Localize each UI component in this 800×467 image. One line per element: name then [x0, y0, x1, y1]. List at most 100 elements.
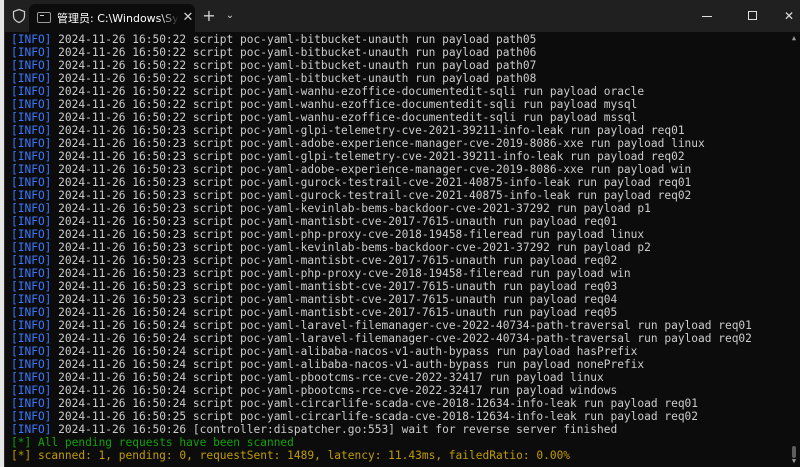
log-text: 2024-11-26 16:50:23 script poc-yaml-mant… — [51, 254, 618, 267]
log-level-tag: [INFO] — [11, 85, 52, 98]
log-level-tag: [INFO] — [11, 33, 52, 46]
log-line: [INFO] 2024-11-26 16:50:23 script poc-ya… — [11, 241, 781, 254]
log-line: [INFO] 2024-11-26 16:50:23 script poc-ya… — [11, 267, 781, 280]
log-level-tag: [INFO] — [11, 59, 52, 72]
log-line: [INFO] 2024-11-26 16:50:23 script poc-ya… — [11, 137, 781, 150]
log-line: [INFO] 2024-11-26 16:50:24 script poc-ya… — [11, 319, 781, 332]
log-level-tag: [INFO] — [11, 410, 52, 423]
log-level-tag: [INFO] — [11, 384, 52, 397]
log-level-tag: [INFO] — [11, 189, 52, 202]
log-level-tag: [INFO] — [11, 98, 52, 111]
log-line: [INFO] 2024-11-26 16:50:24 script poc-ya… — [11, 397, 781, 410]
log-line: [INFO] 2024-11-26 16:50:23 script poc-ya… — [11, 189, 781, 202]
log-level-tag: [INFO] — [11, 371, 52, 384]
log-text: 2024-11-26 16:50:23 script poc-yaml-adob… — [51, 137, 705, 150]
log-text: 2024-11-26 16:50:25 script poc-yaml-circ… — [51, 410, 699, 423]
log-line: [INFO] 2024-11-26 16:50:23 script poc-ya… — [11, 202, 781, 215]
log-level-tag: [INFO] — [11, 397, 52, 410]
maximize-icon — [748, 11, 757, 20]
tab-cmd[interactable]: 管理员: C:\Windows\System32\cmd.exe ✕ — [29, 4, 195, 32]
log-level-tag: [INFO] — [11, 423, 52, 436]
log-line: [INFO] 2024-11-26 16:50:23 script poc-ya… — [11, 163, 781, 176]
log-line: [INFO] 2024-11-26 16:50:24 script poc-ya… — [11, 358, 781, 371]
minimize-button[interactable] — [685, 0, 731, 32]
log-level-tag: [INFO] — [11, 241, 52, 254]
log-text: 2024-11-26 16:50:23 script poc-yaml-mant… — [51, 215, 618, 228]
log-line: [INFO] 2024-11-26 16:50:22 script poc-ya… — [11, 72, 781, 85]
log-text: 2024-11-26 16:50:24 script poc-yaml-alib… — [51, 345, 638, 358]
title-bar[interactable]: 管理员: C:\Windows\System32\cmd.exe ✕ + ⌄ ✕ — [5, 0, 800, 32]
log-level-tag: [INFO] — [11, 293, 52, 306]
log-text: 2024-11-26 16:50:24 script poc-yaml-alib… — [51, 358, 645, 371]
terminal-output[interactable]: [INFO] 2024-11-26 16:50:22 script poc-ya… — [11, 33, 781, 463]
log-line: [INFO] 2024-11-26 16:50:22 script poc-ya… — [11, 98, 781, 111]
log-text: 2024-11-26 16:50:24 script poc-yaml-lara… — [51, 332, 752, 345]
log-text: 2024-11-26 16:50:22 script poc-yaml-bitb… — [51, 59, 537, 72]
pending-text: All pending requests have been scanned — [31, 436, 294, 449]
log-level-tag: [INFO] — [11, 254, 52, 267]
log-level-tag: [INFO] — [11, 124, 52, 137]
close-icon[interactable]: ✕ — [181, 10, 195, 26]
status-line: [*] scanned: 1, pending: 0, requestSent:… — [11, 449, 571, 462]
log-text: 2024-11-26 16:50:23 script poc-yaml-guro… — [51, 176, 692, 189]
log-text: 2024-11-26 16:50:24 script poc-yaml-lara… — [51, 319, 752, 332]
close-window-icon: ✕ — [783, 9, 795, 23]
log-level-tag: [INFO] — [11, 202, 52, 215]
chevron-down-icon[interactable]: ⌄ — [223, 8, 237, 24]
log-line: [INFO] 2024-11-26 16:50:23 script poc-ya… — [11, 280, 781, 293]
log-text: 2024-11-26 16:50:24 script poc-yaml-circ… — [51, 397, 699, 410]
tab-title: 管理员: C:\Windows\System32\cmd.exe — [57, 12, 179, 25]
log-line: [INFO] 2024-11-26 16:50:24 script poc-ya… — [11, 306, 781, 319]
log-text: 2024-11-26 16:50:23 script poc-yaml-adob… — [51, 163, 692, 176]
shield-icon — [11, 8, 27, 24]
log-line: [INFO] 2024-11-26 16:50:23 script poc-ya… — [11, 228, 781, 241]
log-level-tag: [INFO] — [11, 163, 52, 176]
log-text: 2024-11-26 16:50:23 script poc-yaml-guro… — [51, 189, 692, 202]
scroll-up-arrow[interactable]: ▲ — [791, 34, 797, 42]
log-line: [INFO] 2024-11-26 16:50:24 script poc-ya… — [11, 384, 781, 397]
plus-icon[interactable]: + — [201, 8, 217, 24]
scroll-down-arrow[interactable]: ▼ — [791, 458, 797, 465]
log-text: 2024-11-26 16:50:22 script poc-yaml-wanh… — [51, 98, 638, 111]
log-level-tag: [INFO] — [11, 319, 52, 332]
log-line: [INFO] 2024-11-26 16:50:23 script poc-ya… — [11, 215, 781, 228]
minimize-icon — [702, 16, 712, 17]
log-text: 2024-11-26 16:50:22 script poc-yaml-wanh… — [51, 111, 638, 124]
log-text: 2024-11-26 16:50:23 script poc-yaml-php-… — [51, 228, 645, 241]
log-level-tag: [INFO] — [11, 306, 52, 319]
log-level-tag: [INFO] — [11, 267, 52, 280]
log-text: 2024-11-26 16:50:22 script poc-yaml-bitb… — [51, 72, 537, 85]
log-line: [INFO] 2024-11-26 16:50:22 script poc-ya… — [11, 46, 781, 59]
log-line: [INFO] 2024-11-26 16:50:23 script poc-ya… — [11, 124, 781, 137]
log-text: 2024-11-26 16:50:24 script poc-yaml-mant… — [51, 306, 618, 319]
log-level-tag: [INFO] — [11, 280, 52, 293]
log-text: 2024-11-26 16:50:23 script poc-yaml-glpi… — [51, 124, 685, 137]
log-level-tag: [INFO] — [11, 150, 52, 163]
log-level-tag: [INFO] — [11, 137, 52, 150]
log-level-tag: [INFO] — [11, 215, 52, 228]
log-line: [INFO] 2024-11-26 16:50:22 script poc-ya… — [11, 33, 781, 46]
log-text: 2024-11-26 16:50:23 script poc-yaml-mant… — [51, 293, 618, 306]
maximize-button[interactable] — [731, 0, 777, 32]
log-line: [INFO] 2024-11-26 16:50:24 script poc-ya… — [11, 345, 781, 358]
log-text: 2024-11-26 16:50:22 script poc-yaml-wanh… — [51, 85, 645, 98]
pending-tag: [*] — [11, 436, 32, 449]
log-line: [INFO] 2024-11-26 16:50:22 script poc-ya… — [11, 111, 781, 124]
close-window-button[interactable]: ✕ — [777, 0, 800, 32]
log-line: [INFO] 2024-11-26 16:50:23 script poc-ya… — [11, 176, 781, 189]
log-text: 2024-11-26 16:50:26 [controller:dispatch… — [51, 423, 618, 436]
log-line: [INFO] 2024-11-26 16:50:26 [controller:d… — [11, 423, 781, 436]
log-text: 2024-11-26 16:50:23 script poc-yaml-mant… — [51, 280, 618, 293]
log-line: [INFO] 2024-11-26 16:50:23 script poc-ya… — [11, 150, 781, 163]
log-text: 2024-11-26 16:50:24 script poc-yaml-pboo… — [51, 384, 618, 397]
log-line: [INFO] 2024-11-26 16:50:24 script poc-ya… — [11, 332, 781, 345]
log-line: [INFO] 2024-11-26 16:50:23 script poc-ya… — [11, 293, 781, 306]
terminal-window: 管理员: C:\Windows\System32\cmd.exe ✕ + ⌄ ✕… — [4, 0, 800, 467]
scrollbar[interactable]: ▲ ▼ — [791, 34, 797, 465]
log-line: [INFO] 2024-11-26 16:50:22 script poc-ya… — [11, 59, 781, 72]
log-text: 2024-11-26 16:50:23 script poc-yaml-glpi… — [51, 150, 685, 163]
log-level-tag: [INFO] — [11, 72, 52, 85]
pending-line: [*] All pending requests have been scann… — [11, 436, 781, 449]
log-text: 2024-11-26 16:50:22 script poc-yaml-bitb… — [51, 46, 537, 59]
log-level-tag: [INFO] — [11, 332, 52, 345]
